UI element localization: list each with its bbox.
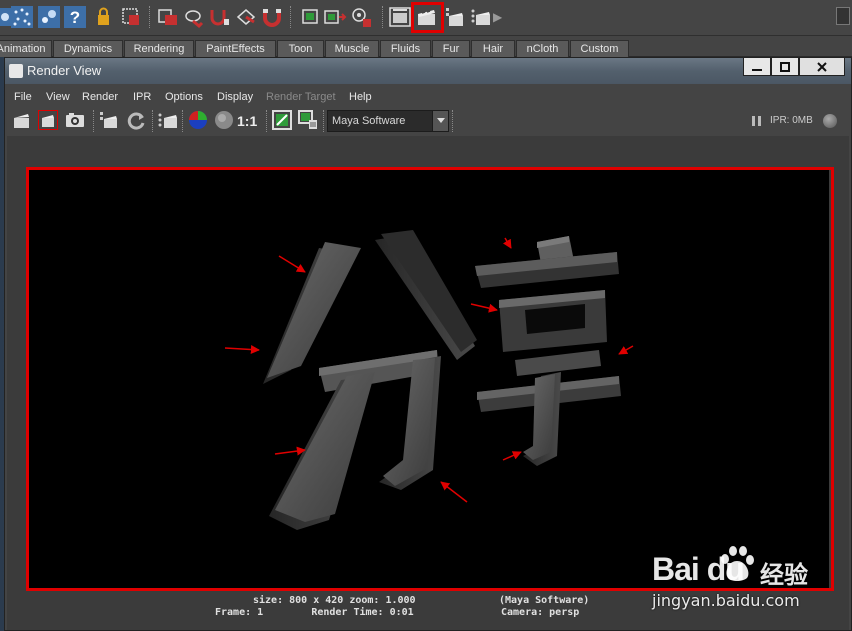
pause-ipr-icon[interactable] [752,116,761,126]
render-sequence-icon[interactable] [323,5,347,29]
visor-icon[interactable] [183,5,207,29]
real-size-button[interactable]: 1:1 [237,113,257,129]
watermark-cn: 经验 [760,561,808,589]
help-icon[interactable]: ? [63,5,87,29]
render-view-toolbar: 1:1 Maya Software IPR: 0MB [5,108,851,134]
keep-image-icon[interactable] [271,109,293,131]
render-view-menu-bar: File View Render IPR Options Display Ren… [5,86,851,108]
tab-animation[interactable]: Animation [0,40,52,57]
magnet-icon[interactable] [260,5,284,29]
redo-render-icon[interactable] [11,109,33,131]
close-button[interactable] [799,58,845,76]
menu-display[interactable]: Display [217,91,253,103]
batch-icon[interactable] [300,5,324,29]
shelf-separator [290,6,292,28]
baidu-paw-icon [721,546,754,581]
renderer-select[interactable]: Maya Software [327,110,449,132]
snap-icon[interactable] [235,5,259,29]
window-title-bar[interactable]: Render View [5,58,851,84]
tab-dynamics[interactable]: Dynamics [53,40,123,57]
maximize-button[interactable] [771,58,799,76]
uv-icon[interactable] [208,5,232,29]
ipr-render-icon[interactable] [444,5,468,29]
tab-fluids[interactable]: Fluids [380,40,431,57]
render-layer-icon[interactable] [156,5,180,29]
chevron-down-icon[interactable] [432,111,448,131]
toolbar-separator [452,110,454,132]
render-settings-icon[interactable] [157,109,179,131]
window-title: Render View [27,63,102,78]
shelf-separator [149,6,151,28]
tab-toon[interactable]: Toon [277,40,324,57]
tab-ncloth[interactable]: nCloth [516,40,569,57]
batch-render-icon[interactable] [469,5,493,29]
render-current-highlight [411,2,444,33]
shelf-scroll-right-icon[interactable]: ▶ [493,10,502,24]
menu-render-target: Render Target [266,91,336,103]
render-view-icon[interactable] [388,5,412,29]
svg-text:?: ? [70,8,80,27]
render-view-window-icon [9,64,23,78]
render-image-highlight [26,167,834,591]
tab-painteffects[interactable]: PaintEffects [195,40,276,57]
toolbar-separator [93,110,95,132]
alpha-channel-icon[interactable] [213,109,235,131]
shelf-tabs: Animation Dynamics Rendering PaintEffect… [0,36,852,57]
menu-render[interactable]: Render [82,91,118,103]
shelf-options-icon[interactable] [836,7,850,25]
toolbar-separator [182,110,184,132]
tab-rendering[interactable]: Rendering [124,40,194,57]
ipr-icon[interactable] [99,109,121,131]
hypershade-icon[interactable] [119,5,143,29]
render-settings-icon[interactable] [349,5,373,29]
refresh-ipr-icon[interactable] [125,109,147,131]
toolbar-separator [323,110,325,132]
ipr-status-indicator-icon [823,114,837,128]
menu-file[interactable]: File [14,91,32,103]
particles-icon[interactable] [10,5,34,29]
renderer-name: (Maya Software) [499,595,590,606]
menu-view[interactable]: View [46,91,70,103]
rgb-channels-icon[interactable] [187,109,209,131]
tab-fur[interactable]: Fur [432,40,470,57]
render-size-zoom: size: 800 x 420 zoom: 1.000 [253,595,416,606]
tab-hair[interactable]: Hair [471,40,515,57]
renderer-select-value: Maya Software [332,115,406,127]
toolbar-separator [152,110,154,132]
camera-name: Camera: persp [501,607,580,618]
ipr-memory-label: IPR: 0MB [770,115,813,126]
remove-image-icon[interactable] [297,109,319,131]
menu-help[interactable]: Help [349,91,372,103]
menu-options[interactable]: Options [165,91,203,103]
lock-icon[interactable] [92,5,116,29]
maya-shelf: ? ▶ [0,0,852,36]
shelf-separator [382,6,384,28]
menu-ipr[interactable]: IPR [133,91,151,103]
toolbar-separator [266,110,268,132]
render-region-highlight [38,110,58,130]
fluid-icon[interactable] [37,5,61,29]
tab-custom[interactable]: Custom [570,40,629,57]
watermark-url: jingyan.baidu.com [652,591,800,610]
frame-render-time: Frame: 1 Render Time: 0:01 [215,607,414,618]
snapshot-icon[interactable] [64,109,86,131]
baidu-jingyan-watermark: Bai du 经验 jingyan.baidu.com [652,541,852,627]
minimize-button[interactable] [743,58,771,76]
tab-muscle[interactable]: Muscle [325,40,379,57]
